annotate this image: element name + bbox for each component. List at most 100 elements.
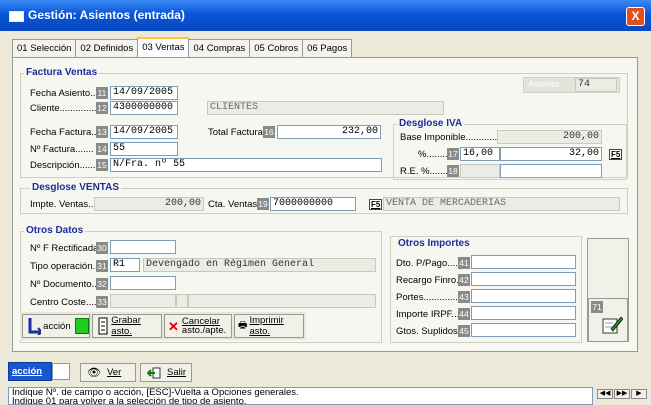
cta-ventas-name-field: VENTA DE MERCADERIAS (383, 197, 620, 211)
tab-seleccion[interactable]: 01 Selección (12, 39, 77, 58)
field-number-42: 42 (458, 274, 470, 286)
status-bar: Indique Nº. de campo o acción, [ESC]-Vue… (8, 387, 593, 405)
total-factura-label: Total Factura (208, 127, 263, 138)
nav-next-icon[interactable]: ▶ (631, 389, 647, 399)
importe-input-44[interactable] (471, 306, 576, 320)
field-number-43: 43 (458, 291, 470, 303)
bottom-accion-input[interactable] (52, 363, 70, 380)
fecha-factura-label: Fecha Factura... (30, 127, 100, 138)
iva-f5-lookup-icon[interactable]: F5 (609, 149, 623, 160)
ndocumento-input[interactable] (110, 276, 176, 290)
total-factura-input[interactable]: 232,00 (277, 125, 381, 139)
grabar-button-label: Grabar asto. (111, 315, 141, 337)
field-number-33: 33 (96, 296, 108, 308)
field-number-15: 15 (96, 159, 108, 171)
centro-coste-desc (188, 294, 376, 308)
bottom-accion-label: acción (12, 366, 43, 377)
status-line-2: Indique 01 para volver a la selección de… (12, 396, 247, 405)
centro-coste-input[interactable] (110, 294, 176, 308)
fecha-factura-input[interactable]: 14/09/2005 (110, 125, 178, 139)
fecha-asiento-label: Fecha Asiento... (30, 88, 99, 99)
importe-input-41[interactable] (471, 255, 576, 269)
ver-label: Ver (106, 367, 122, 378)
eye-icon: 👁 (87, 367, 101, 379)
asiento-number-field: 74 (575, 78, 617, 92)
ver-button[interactable]: 👁 Ver (80, 363, 136, 382)
tab-pagos[interactable]: 06 Pagos (302, 39, 353, 58)
window-icon (9, 11, 24, 22)
close-button[interactable]: X (626, 7, 645, 26)
tab-compras[interactable]: 04 Compras (188, 39, 251, 58)
exit-icon (147, 367, 161, 378)
asiento-label: Asiento (528, 79, 560, 90)
centro-coste-flag (176, 294, 188, 308)
impte-ventas-field: 200,00 (94, 197, 204, 211)
cancel-icon: ✕ (168, 318, 179, 334)
ndocumento-label: Nº Documento... (30, 279, 100, 290)
nfactura-label: Nº Factura....... (30, 144, 94, 155)
re-pct-label: R.E. %........ (400, 166, 451, 177)
base-imponible-label: Base Imponible............... (400, 132, 506, 143)
importe-input-45[interactable] (471, 323, 576, 337)
ventas-f5-lookup-icon[interactable]: F5 (369, 199, 383, 210)
tab-definidos[interactable]: 02 Definidos (75, 39, 139, 58)
salir-button[interactable]: Salir (140, 363, 192, 382)
accion-button[interactable]: acción (22, 314, 90, 338)
cta-ventas-input[interactable]: 7000000000 (270, 197, 356, 211)
title-bar: Gestión: Asientos (entrada) X (0, 0, 651, 31)
edit-pencil-icon (602, 316, 623, 334)
save-icon (98, 317, 108, 335)
importe-label-45: Gtos. Suplidos. (396, 326, 461, 337)
importe-input-42[interactable] (471, 272, 576, 286)
importe-label-42: Recargo Finro. (396, 275, 459, 286)
factura-ventas-title: Factura Ventas (24, 67, 100, 78)
centro-coste-label: Centro Coste....... (30, 297, 105, 308)
nav-next-page-icon[interactable]: ▶▶ (614, 389, 630, 399)
grabar-button[interactable]: Grabar asto. (92, 314, 162, 338)
nf-rectificada-input[interactable] (110, 240, 176, 254)
field-number-71: 71 (591, 301, 603, 313)
cliente-label: Cliente.............. (30, 103, 97, 114)
base-imponible-field: 200,00 (497, 130, 602, 144)
field-number-41: 41 (458, 257, 470, 269)
imprimir-button[interactable]: 🖶 Imprimir asto. (234, 314, 304, 338)
iva-amount-field[interactable]: 32,00 (500, 147, 602, 161)
iva-pct-input[interactable]: 16,00 (460, 147, 500, 161)
bottom-accion-button[interactable]: acción (8, 362, 52, 381)
importe-label-43: Portes............. (396, 292, 458, 303)
nf-rectificada-label: Nº F Rectificada (30, 243, 99, 254)
cancelar-button[interactable]: ✕ Cancelar asto./apte. (164, 314, 232, 338)
tipo-operacion-desc: Devengado en Régimen General (143, 258, 376, 272)
accion-green-box[interactable] (74, 318, 89, 334)
fecha-asiento-input[interactable]: 14/09/2005 (110, 86, 178, 100)
descripcion-label: Descripción....... (30, 160, 99, 171)
field-number-44: 44 (458, 308, 470, 320)
cliente-input[interactable]: 4300000000 (110, 101, 178, 115)
field-number-19: 19 (257, 198, 269, 210)
tipo-operacion-input[interactable]: R1 (110, 258, 140, 272)
field-number-16: 16 (263, 126, 275, 138)
imprimir-button-label: Imprimir asto. (249, 315, 284, 337)
descripcion-input[interactable]: N/Fra. nº 55 (110, 158, 382, 172)
field-number-13: 13 (96, 126, 108, 138)
tab-ventas[interactable]: 03 Ventas (137, 37, 190, 58)
importe-input-43[interactable] (471, 289, 576, 303)
edit-button[interactable]: 71 (588, 298, 628, 342)
accion-button-label: acción (43, 320, 71, 332)
impte-ventas-label: Impte. Ventas.... (30, 199, 99, 210)
otros-importes-title: Otros Importes (396, 238, 472, 249)
re-pct-input[interactable] (460, 164, 500, 178)
tab-cobros[interactable]: 05 Cobros (249, 39, 304, 58)
iva-pct-label: %........ (418, 149, 448, 160)
cliente-name-field: CLIENTES (207, 101, 444, 115)
nav-first-icon[interactable]: ◀◀ (597, 389, 613, 399)
nfactura-input[interactable]: 55 (110, 142, 178, 156)
field-number-17: 17 (447, 148, 459, 160)
tipo-operacion-label: Tipo operación.. (30, 261, 98, 272)
printer-icon: 🖶 (238, 319, 248, 331)
window-title: Gestión: Asientos (entrada) (28, 8, 185, 22)
accion-arrow-icon (28, 318, 42, 335)
re-amount-field[interactable] (500, 164, 602, 178)
salir-label: Salir (167, 367, 187, 378)
field-number-32: 32 (96, 278, 108, 290)
